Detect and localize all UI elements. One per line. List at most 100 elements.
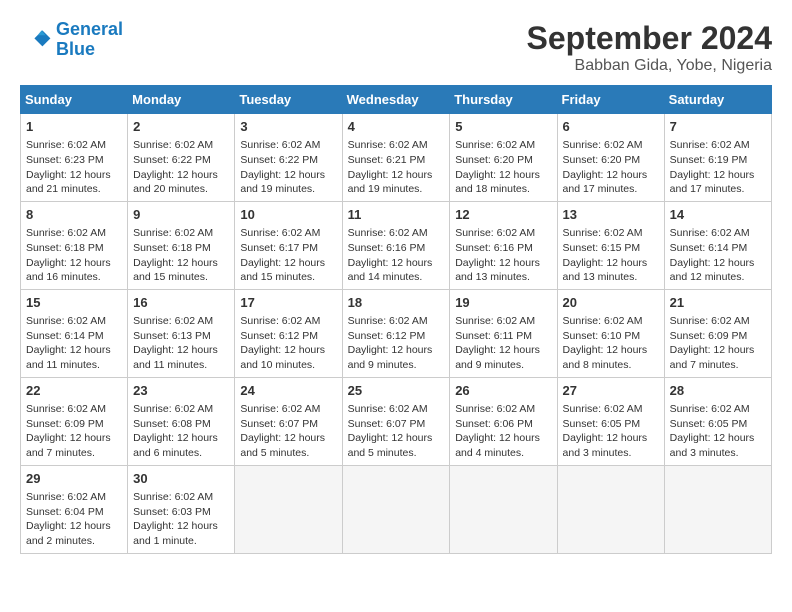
calendar-cell: 6 Sunrise: 6:02 AMSunset: 6:20 PMDaylight… [557, 114, 664, 202]
day-info: Sunrise: 6:02 AMSunset: 6:14 PMDaylight:… [670, 227, 755, 283]
day-number: 27 [563, 382, 659, 400]
day-number: 15 [26, 294, 122, 312]
day-info: Sunrise: 6:02 AMSunset: 6:09 PMDaylight:… [26, 403, 111, 459]
day-info: Sunrise: 6:02 AMSunset: 6:06 PMDaylight:… [455, 403, 540, 459]
calendar-cell: 9 Sunrise: 6:02 AMSunset: 6:18 PMDaylight… [128, 201, 235, 289]
day-number: 13 [563, 206, 659, 224]
day-number: 26 [455, 382, 551, 400]
logo-text: General Blue [56, 20, 123, 60]
day-number: 19 [455, 294, 551, 312]
calendar-cell: 10 Sunrise: 6:02 AMSunset: 6:17 PMDayligh… [235, 201, 342, 289]
header-wednesday: Wednesday [342, 86, 450, 114]
month-title: September 2024 [527, 20, 772, 57]
header-monday: Monday [128, 86, 235, 114]
calendar-cell [450, 465, 557, 553]
day-info: Sunrise: 6:02 AMSunset: 6:17 PMDaylight:… [240, 227, 325, 283]
calendar-cell: 26 Sunrise: 6:02 AMSunset: 6:06 PMDayligh… [450, 377, 557, 465]
day-info: Sunrise: 6:02 AMSunset: 6:05 PMDaylight:… [563, 403, 648, 459]
day-number: 3 [240, 118, 336, 136]
header-sunday: Sunday [21, 86, 128, 114]
day-number: 12 [455, 206, 551, 224]
day-info: Sunrise: 6:02 AMSunset: 6:16 PMDaylight:… [455, 227, 540, 283]
calendar-cell: 25Sunrise: 6:02 AMSunset: 6:07 PMDayligh… [342, 377, 450, 465]
calendar-cell: 29 Sunrise: 6:02 AMSunset: 6:04 PMDayligh… [21, 465, 128, 553]
calendar-cell: 2 Sunrise: 6:02 AMSunset: 6:22 PMDaylight… [128, 114, 235, 202]
day-number: 21 [670, 294, 766, 312]
calendar-cell: 14 Sunrise: 6:02 AMSunset: 6:14 PMDayligh… [664, 201, 771, 289]
day-info: Sunrise: 6:02 AMSunset: 6:15 PMDaylight:… [563, 227, 648, 283]
calendar-cell: 17 Sunrise: 6:02 AMSunset: 6:12 PMDayligh… [235, 289, 342, 377]
day-number: 30 [133, 470, 229, 488]
calendar-cell: 18Sunrise: 6:02 AMSunset: 6:12 PMDayligh… [342, 289, 450, 377]
calendar-cell: 24Sunrise: 6:02 AMSunset: 6:07 PMDayligh… [235, 377, 342, 465]
day-info: Sunrise: 6:02 AMSunset: 6:14 PMDaylight:… [26, 315, 111, 371]
calendar-cell: 8 Sunrise: 6:02 AMSunset: 6:18 PMDaylight… [21, 201, 128, 289]
day-info: Sunrise: 6:02 AMSunset: 6:09 PMDaylight:… [670, 315, 755, 371]
day-info: Sunrise: 6:02 AMSunset: 6:18 PMDaylight:… [133, 227, 218, 283]
location-title: Babban Gida, Yobe, Nigeria [527, 57, 772, 75]
day-info: Sunrise: 6:02 AMSunset: 6:22 PMDaylight:… [240, 139, 325, 195]
day-number: 8 [26, 206, 122, 224]
day-info: Sunrise: 6:02 AMSunset: 6:18 PMDaylight:… [26, 227, 111, 283]
day-number: 1 [26, 118, 122, 136]
day-info: Sunrise: 6:02 AMSunset: 6:03 PMDaylight:… [133, 491, 218, 547]
calendar-cell: 27 Sunrise: 6:02 AMSunset: 6:05 PMDayligh… [557, 377, 664, 465]
day-number: 20 [563, 294, 659, 312]
calendar-cell [557, 465, 664, 553]
day-info: Sunrise: 6:02 AMSunset: 6:07 PMDaylight:… [240, 403, 325, 459]
day-info: Sunrise: 6:02 AMSunset: 6:20 PMDaylight:… [563, 139, 648, 195]
logo-icon [20, 24, 52, 56]
day-info: Sunrise: 6:02 AMSunset: 6:08 PMDaylight:… [133, 403, 218, 459]
calendar-cell [664, 465, 771, 553]
calendar-cell: 30 Sunrise: 6:02 AMSunset: 6:03 PMDayligh… [128, 465, 235, 553]
calendar-cell: 21 Sunrise: 6:02 AMSunset: 6:09 PMDayligh… [664, 289, 771, 377]
day-number: 23 [133, 382, 229, 400]
day-info: Sunrise: 6:02 AMSunset: 6:12 PMDaylight:… [348, 315, 433, 371]
day-info: Sunrise: 6:02 AMSunset: 6:20 PMDaylight:… [455, 139, 540, 195]
calendar-cell: 16Sunrise: 6:02 AMSunset: 6:13 PMDayligh… [128, 289, 235, 377]
logo: General Blue [20, 20, 123, 60]
calendar-cell: 4Sunrise: 6:02 AMSunset: 6:21 PMDaylight… [342, 114, 450, 202]
day-info: Sunrise: 6:02 AMSunset: 6:19 PMDaylight:… [670, 139, 755, 195]
day-info: Sunrise: 6:02 AMSunset: 6:23 PMDaylight:… [26, 139, 111, 195]
title-section: September 2024 Babban Gida, Yobe, Nigeri… [527, 20, 772, 75]
day-info: Sunrise: 6:02 AMSunset: 6:11 PMDaylight:… [455, 315, 540, 371]
day-info: Sunrise: 6:02 AMSunset: 6:04 PMDaylight:… [26, 491, 111, 547]
day-number: 28 [670, 382, 766, 400]
calendar-cell: 28 Sunrise: 6:02 AMSunset: 6:05 PMDayligh… [664, 377, 771, 465]
day-number: 2 [133, 118, 229, 136]
day-info: Sunrise: 6:02 AMSunset: 6:21 PMDaylight:… [348, 139, 433, 195]
calendar-row: 29 Sunrise: 6:02 AMSunset: 6:04 PMDayligh… [21, 465, 772, 553]
day-number: 10 [240, 206, 336, 224]
calendar-row: 8 Sunrise: 6:02 AMSunset: 6:18 PMDaylight… [21, 201, 772, 289]
day-number: 11 [348, 206, 445, 224]
calendar-table: Sunday Monday Tuesday Wednesday Thursday… [20, 85, 772, 554]
logo-line2: Blue [56, 39, 95, 59]
day-number: 7 [670, 118, 766, 136]
calendar-cell: 19 Sunrise: 6:02 AMSunset: 6:11 PMDayligh… [450, 289, 557, 377]
calendar-cell: 11 Sunrise: 6:02 AMSunset: 6:16 PMDayligh… [342, 201, 450, 289]
calendar-cell: 22 Sunrise: 6:02 AMSunset: 6:09 PMDayligh… [21, 377, 128, 465]
day-number: 14 [670, 206, 766, 224]
day-number: 5 [455, 118, 551, 136]
day-number: 25 [348, 382, 445, 400]
day-number: 29 [26, 470, 122, 488]
header-friday: Friday [557, 86, 664, 114]
calendar-cell [235, 465, 342, 553]
day-number: 22 [26, 382, 122, 400]
page-header: General Blue September 2024 Babban Gida,… [20, 20, 772, 75]
day-number: 9 [133, 206, 229, 224]
calendar-row: 15 Sunrise: 6:02 AMSunset: 6:14 PMDayligh… [21, 289, 772, 377]
day-info: Sunrise: 6:02 AMSunset: 6:22 PMDaylight:… [133, 139, 218, 195]
calendar-row: 22 Sunrise: 6:02 AMSunset: 6:09 PMDayligh… [21, 377, 772, 465]
weekday-header-row: Sunday Monday Tuesday Wednesday Thursday… [21, 86, 772, 114]
day-info: Sunrise: 6:02 AMSunset: 6:12 PMDaylight:… [240, 315, 325, 371]
day-info: Sunrise: 6:02 AMSunset: 6:16 PMDaylight:… [348, 227, 433, 283]
day-number: 17 [240, 294, 336, 312]
day-info: Sunrise: 6:02 AMSunset: 6:10 PMDaylight:… [563, 315, 648, 371]
calendar-cell [342, 465, 450, 553]
day-info: Sunrise: 6:02 AMSunset: 6:05 PMDaylight:… [670, 403, 755, 459]
day-number: 6 [563, 118, 659, 136]
calendar-cell: 7 Sunrise: 6:02 AMSunset: 6:19 PMDaylight… [664, 114, 771, 202]
calendar-row: 1 Sunrise: 6:02 AMSunset: 6:23 PMDaylight… [21, 114, 772, 202]
